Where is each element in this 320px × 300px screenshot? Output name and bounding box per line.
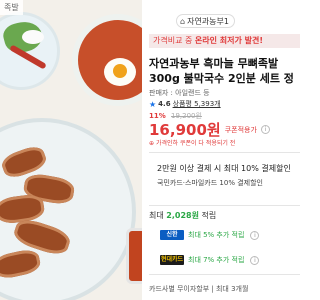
card-points-text: 최대 5% 추가 적립 xyxy=(188,231,245,239)
brand-name: 자연과농부1 xyxy=(187,16,229,26)
card-points-text: 최대 7% 추가 적립 xyxy=(188,256,245,264)
card-points-hyundai[interactable]: 현대카드 최대 7% 추가 적립 i xyxy=(160,255,260,265)
coupon-warning-text: 가격인하 쿠폰이 다 적용되기 전 xyxy=(155,140,236,147)
rating-score: 4.6 xyxy=(158,100,171,108)
divider xyxy=(149,274,300,275)
benefit-line-1: 2만원 이상 결제 시 최대 10% 결제할인 xyxy=(157,164,291,173)
card-points-shinhan[interactable]: 신한 최대 5% 추가 적립 i xyxy=(160,230,260,240)
price-compare-banner[interactable]: 가격비교 중 온라인 최저가 발견! xyxy=(149,34,300,48)
info-icon[interactable]: i xyxy=(250,230,260,240)
shinhan-card-logo: 신한 xyxy=(160,230,184,240)
review-count-link[interactable]: 상품평 5,393개 xyxy=(173,99,221,109)
points-suffix: 적립 xyxy=(198,211,217,220)
garlic xyxy=(22,30,44,44)
benefit-line-2: 국민카드·스마일카드 10% 결제할인 xyxy=(157,179,263,187)
star-icon: ★ xyxy=(149,99,157,109)
noodle-bowl xyxy=(72,14,142,106)
points-amount: 2,028원 xyxy=(166,211,199,220)
egg-yolk xyxy=(113,64,127,78)
seller-info[interactable]: 판매자 : 아일랜드 등 xyxy=(149,88,210,98)
product-image[interactable]: 족발 xyxy=(0,0,142,300)
points-summary: 최대 2,028원 적립 xyxy=(149,210,216,221)
info-icon[interactable]: i xyxy=(250,255,260,265)
rating-row[interactable]: ★ 4.6 상품평 5,393개 xyxy=(149,99,221,109)
brand-badge[interactable]: ⌂ 자연과농부1 xyxy=(176,14,235,28)
sale-price: 16,900원 xyxy=(149,121,221,139)
sauce-cup xyxy=(126,228,142,284)
coupon-warning: ⊕ 가격인하 쿠폰이 다 적용되기 전 xyxy=(149,140,236,147)
image-corner-tag: 족발 xyxy=(0,0,23,15)
info-icon[interactable]: i xyxy=(260,125,270,134)
house-icon: ⌂ xyxy=(180,16,186,26)
promo-text: 가격비교 중 xyxy=(153,36,195,45)
points-prefix: 최대 xyxy=(149,211,167,220)
installment-info[interactable]: 카드사별 무이자할부 | 최대 3개월 xyxy=(149,284,248,294)
hyundai-card-logo: 현대카드 xyxy=(160,255,184,265)
sale-price-row: 16,900원 쿠폰적용가 i xyxy=(149,119,270,140)
product-title: 자연과농부 흑마늘 무뼈족발 300g 불막국수 2인분 세트 정 xyxy=(149,57,294,85)
promo-highlight: 온라인 최저가 발견! xyxy=(194,36,263,45)
payment-benefits[interactable]: 2만원 이상 결제 시 최대 10% 결제할인 국민카드·스마일카드 10% 결… xyxy=(149,152,300,206)
coupon-price-label: 쿠폰적용가 xyxy=(224,125,257,134)
